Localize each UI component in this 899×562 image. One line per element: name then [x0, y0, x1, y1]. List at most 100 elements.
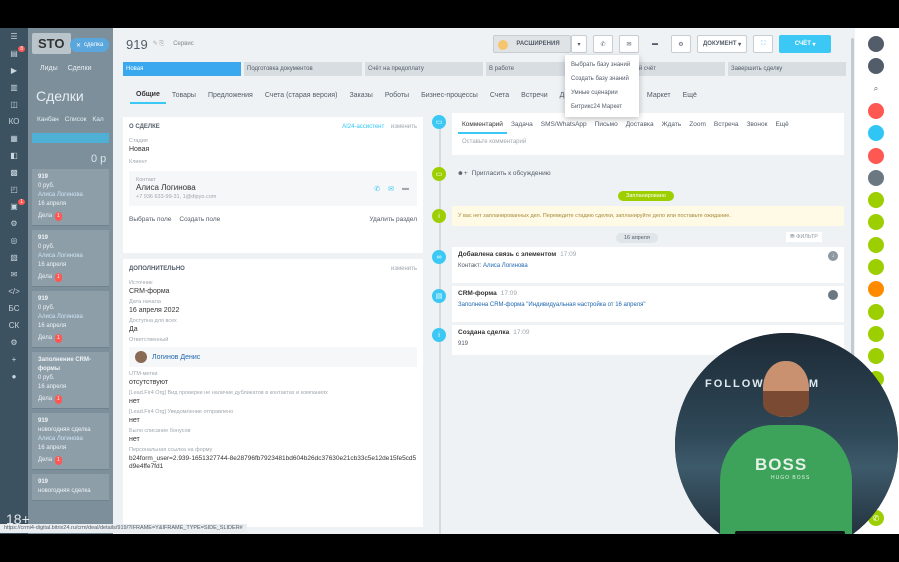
- tab-6[interactable]: Роботы: [379, 86, 415, 104]
- dropdown-item[interactable]: Битрикс24 Маркет: [565, 100, 639, 114]
- settings-icon[interactable]: ⚙: [0, 215, 28, 232]
- docs-icon[interactable]: ◰: [0, 181, 28, 198]
- tab-3[interactable]: Предложения: [202, 86, 259, 104]
- contact-icon[interactable]: [868, 214, 884, 231]
- client-phone[interactable]: +7 936 633-99-31, 1@dipyo.com: [136, 194, 410, 200]
- timeline-tab[interactable]: Звонок: [742, 117, 771, 134]
- contact-icon[interactable]: [868, 236, 884, 253]
- stage-3[interactable]: Счёт на предоплату: [365, 62, 483, 76]
- extensions-button[interactable]: РАСШИРЕНИЯ: [493, 35, 571, 53]
- slider-close-button[interactable]: ✕ сделка: [70, 38, 110, 52]
- stage-1[interactable]: Новая: [123, 62, 241, 76]
- card-activities[interactable]: Дела 1: [38, 334, 103, 343]
- stage-6[interactable]: Завершить сделку: [728, 62, 846, 76]
- plus-icon[interactable]: +: [0, 351, 28, 368]
- tab-9[interactable]: Встречи: [515, 86, 554, 104]
- settings-icon[interactable]: ⚙: [671, 35, 691, 53]
- phone-icon[interactable]: ✆: [593, 35, 613, 53]
- timeline-tab[interactable]: Задача: [507, 117, 537, 134]
- view-list[interactable]: Список: [65, 116, 87, 123]
- tab-8[interactable]: Счета: [484, 86, 515, 104]
- edit-link[interactable]: изменить: [391, 266, 417, 272]
- responsible-name[interactable]: Логинов Денис: [152, 354, 200, 361]
- ai-assistant-link[interactable]: AI24-ассистент: [342, 124, 384, 130]
- deal-card[interactable]: 919 0 руб. Алиса Логинова 16 апреля Дела 1: [32, 291, 109, 348]
- invoice-button[interactable]: СЧЁТ ▾: [779, 35, 832, 53]
- chat-icon[interactable]: ▬: [645, 35, 665, 53]
- app-icon[interactable]: [868, 125, 884, 142]
- menu-icon[interactable]: ☰: [0, 28, 28, 45]
- drive-icon[interactable]: ◫: [0, 96, 28, 113]
- fullscreen-icon[interactable]: ⛶: [753, 35, 774, 53]
- deal-card[interactable]: 919 0 руб. Алиса Логинова 16 апреля Дела 1: [32, 169, 109, 226]
- tab-2[interactable]: Товары: [166, 86, 202, 104]
- mail-icon[interactable]: ✉: [388, 185, 394, 193]
- code-icon[interactable]: </>: [0, 283, 28, 300]
- dropdown-item[interactable]: Создать базу знаний: [565, 72, 639, 86]
- avatar[interactable]: [868, 169, 884, 186]
- timeline-tab[interactable]: Комментарий: [458, 117, 507, 134]
- stage-2[interactable]: Подготовка документов: [244, 62, 362, 76]
- card-activities[interactable]: Дела 1: [38, 273, 103, 282]
- download-icon[interactable]: ↓: [828, 251, 838, 261]
- scrollbar[interactable]: [851, 38, 854, 368]
- search-icon[interactable]: ⌕: [868, 80, 884, 97]
- contact-icon[interactable]: [868, 259, 884, 275]
- robot-icon[interactable]: ▧: [0, 249, 28, 266]
- edit-icon[interactable]: ✎ ⎘: [153, 40, 165, 48]
- tab-5[interactable]: Заказы: [343, 86, 378, 104]
- event-form-link[interactable]: Заполнена CRM-форма "Индивидуальная наст…: [458, 302, 645, 308]
- timeline-tab[interactable]: Доставка: [622, 117, 658, 134]
- deal-card[interactable]: 919 новогодняя сделка: [32, 474, 109, 501]
- client-name[interactable]: Алиса Логинова: [136, 183, 410, 192]
- mail-icon[interactable]: ✉: [619, 35, 639, 53]
- view-calendar[interactable]: Кал: [92, 116, 103, 123]
- dropdown-item[interactable]: Умные сценарии: [565, 86, 639, 100]
- ko-icon[interactable]: КО: [0, 113, 28, 130]
- tab-12[interactable]: Маркет: [641, 86, 677, 104]
- delete-section-link[interactable]: Удалить раздел: [369, 216, 417, 223]
- create-field-link[interactable]: Создать поле: [179, 216, 220, 223]
- crm-icon[interactable]: ▦: [0, 130, 28, 147]
- document-button[interactable]: ДОКУМЕНТ ▾: [697, 35, 748, 53]
- deal-type[interactable]: Сервис: [173, 41, 194, 47]
- calendar-icon[interactable]: ◧: [0, 147, 28, 164]
- contact-icon[interactable]: [868, 192, 884, 209]
- marketing-icon[interactable]: ✉: [0, 266, 28, 283]
- notifications-icon[interactable]: [868, 58, 884, 75]
- card-activities[interactable]: Дела 1: [38, 395, 103, 404]
- choose-field-link[interactable]: Выбрать поле: [129, 216, 171, 223]
- tab-13[interactable]: Ещё: [677, 86, 703, 104]
- tasks-icon[interactable]: ▶: [0, 62, 28, 79]
- dropdown-item[interactable]: Выбрать базу знаний: [565, 58, 639, 72]
- event-contact-link[interactable]: Алиса Логинова: [483, 263, 528, 269]
- timeline-tab[interactable]: Zoom: [685, 117, 710, 134]
- tab-4[interactable]: Счета (старая версия): [259, 86, 344, 104]
- phone-icon[interactable]: ✆: [374, 185, 380, 193]
- deal-card[interactable]: Заполнение CRM-формы 0 руб. 16 апреля Дела 1: [32, 352, 109, 409]
- card-activities[interactable]: Дела 1: [38, 456, 103, 465]
- tab-1[interactable]: Общие: [130, 86, 166, 104]
- market-icon[interactable]: ◎: [0, 232, 28, 249]
- help-icon[interactable]: [868, 36, 884, 52]
- extensions-dropdown-arrow[interactable]: ▾: [571, 35, 587, 53]
- bc-icon[interactable]: БС: [0, 300, 28, 317]
- tab-deals[interactable]: Сделки: [68, 65, 92, 72]
- invite-row[interactable]: ☻+ Пригласить к обсуждению: [457, 170, 551, 177]
- chat-icon[interactable]: ▥: [0, 79, 28, 96]
- timeline-tab[interactable]: Ждать: [658, 117, 686, 134]
- tab-leads[interactable]: Лиды: [40, 65, 58, 72]
- tab-7[interactable]: Бизнес-процессы: [415, 86, 484, 104]
- comment-input[interactable]: Оставьте комментарий: [458, 134, 838, 150]
- app-icon[interactable]: [868, 147, 884, 164]
- ck-icon[interactable]: СК: [0, 317, 28, 334]
- user-icon[interactable]: ●: [0, 368, 28, 385]
- card-activities[interactable]: Дела 1: [38, 212, 103, 221]
- app-icon[interactable]: [868, 102, 884, 119]
- view-kanban[interactable]: Канбан: [37, 116, 59, 123]
- cart-icon[interactable]: ▩: [0, 164, 28, 181]
- contact-icon[interactable]: [868, 281, 884, 298]
- timeline-tab[interactable]: SMS/WhatsApp: [537, 117, 591, 134]
- feed-icon[interactable]: ▤ 8: [0, 45, 28, 62]
- gear-icon[interactable]: ⚙: [0, 334, 28, 351]
